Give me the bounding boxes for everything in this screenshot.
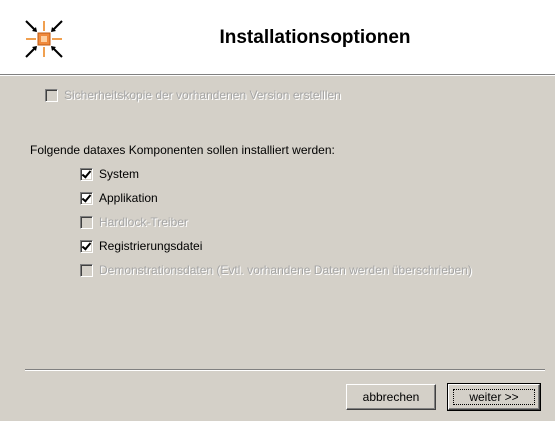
component-registrierungsdatei: Registrierungsdatei <box>80 238 202 254</box>
next-button[interactable]: weiter >> <box>447 383 541 411</box>
components-intro: Folgende dataxes Komponenten sollen inst… <box>30 143 335 157</box>
applikation-label: Applikation <box>99 191 158 205</box>
hardlock-treiber-checkbox[interactable] <box>80 215 93 229</box>
applikation-checkbox[interactable] <box>80 191 93 205</box>
system-checkbox[interactable] <box>80 167 93 181</box>
dialog-header: Installationsoptionen <box>0 0 555 75</box>
focus-rectangle <box>453 389 535 405</box>
component-demonstrationsdaten: Demonstrationsdaten (Evtl. vorhandene Da… <box>80 262 472 278</box>
registrierungsdatei-checkbox[interactable] <box>80 239 93 253</box>
component-hardlock-treiber: Hardlock-Treiber <box>80 214 188 230</box>
demonstrationsdaten-label: Demonstrationsdaten (Evtl. vorhandene Da… <box>99 263 472 277</box>
demonstrationsdaten-checkbox[interactable] <box>80 263 93 277</box>
backup-checkbox[interactable] <box>45 88 58 102</box>
backup-option: Sicherheitskopie der vorhandenen Version… <box>45 87 341 103</box>
backup-label: Sicherheitskopie der vorhandenen Version… <box>64 88 341 102</box>
installer-arrows-icon <box>25 20 63 58</box>
component-applikation: Applikation <box>80 190 158 206</box>
dialog-title: Installationsoptionen <box>219 27 411 48</box>
registrierungsdatei-label: Registrierungsdatei <box>99 239 203 253</box>
component-system: System <box>80 166 139 182</box>
button-separator <box>25 369 545 371</box>
system-label: System <box>99 167 140 181</box>
cancel-button[interactable]: abbrechen <box>346 384 436 410</box>
hardlock-treiber-label: Hardlock-Treiber <box>99 215 188 229</box>
